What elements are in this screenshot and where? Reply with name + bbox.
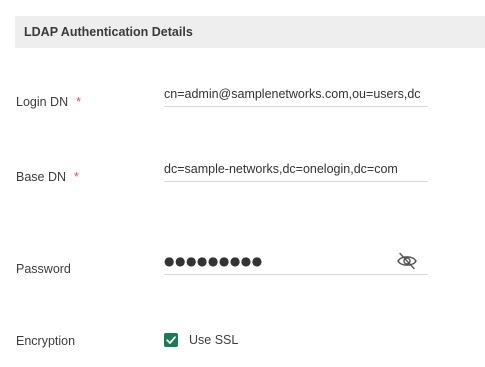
base-dn-input[interactable]	[164, 158, 428, 180]
base-dn-field	[164, 158, 428, 182]
password-label: Password	[16, 262, 71, 276]
required-indicator: *	[74, 170, 79, 184]
password-masked-value: ●●●●●●●●●	[164, 254, 263, 268]
base-dn-label-text: Base DN	[16, 170, 67, 184]
base-dn-label: Base DN *	[16, 170, 79, 184]
login-dn-label-text: Login DN	[16, 95, 69, 109]
use-ssl-label[interactable]: Use SSL	[189, 333, 238, 347]
ldap-settings-panel: LDAP Authentication Details Login DN * Ba…	[0, 0, 485, 367]
login-dn-label: Login DN *	[16, 95, 81, 109]
login-dn-field	[164, 83, 428, 107]
checkmark-icon	[166, 336, 176, 344]
section-title: LDAP Authentication Details	[24, 25, 193, 39]
eye-slash-icon[interactable]	[396, 251, 418, 271]
required-indicator: *	[76, 95, 81, 109]
password-field[interactable]: ●●●●●●●●●	[164, 251, 428, 275]
use-ssl-checkbox[interactable]	[164, 333, 178, 347]
section-header: LDAP Authentication Details	[15, 16, 485, 48]
encryption-label: Encryption	[16, 334, 76, 348]
login-dn-input[interactable]	[164, 83, 428, 105]
